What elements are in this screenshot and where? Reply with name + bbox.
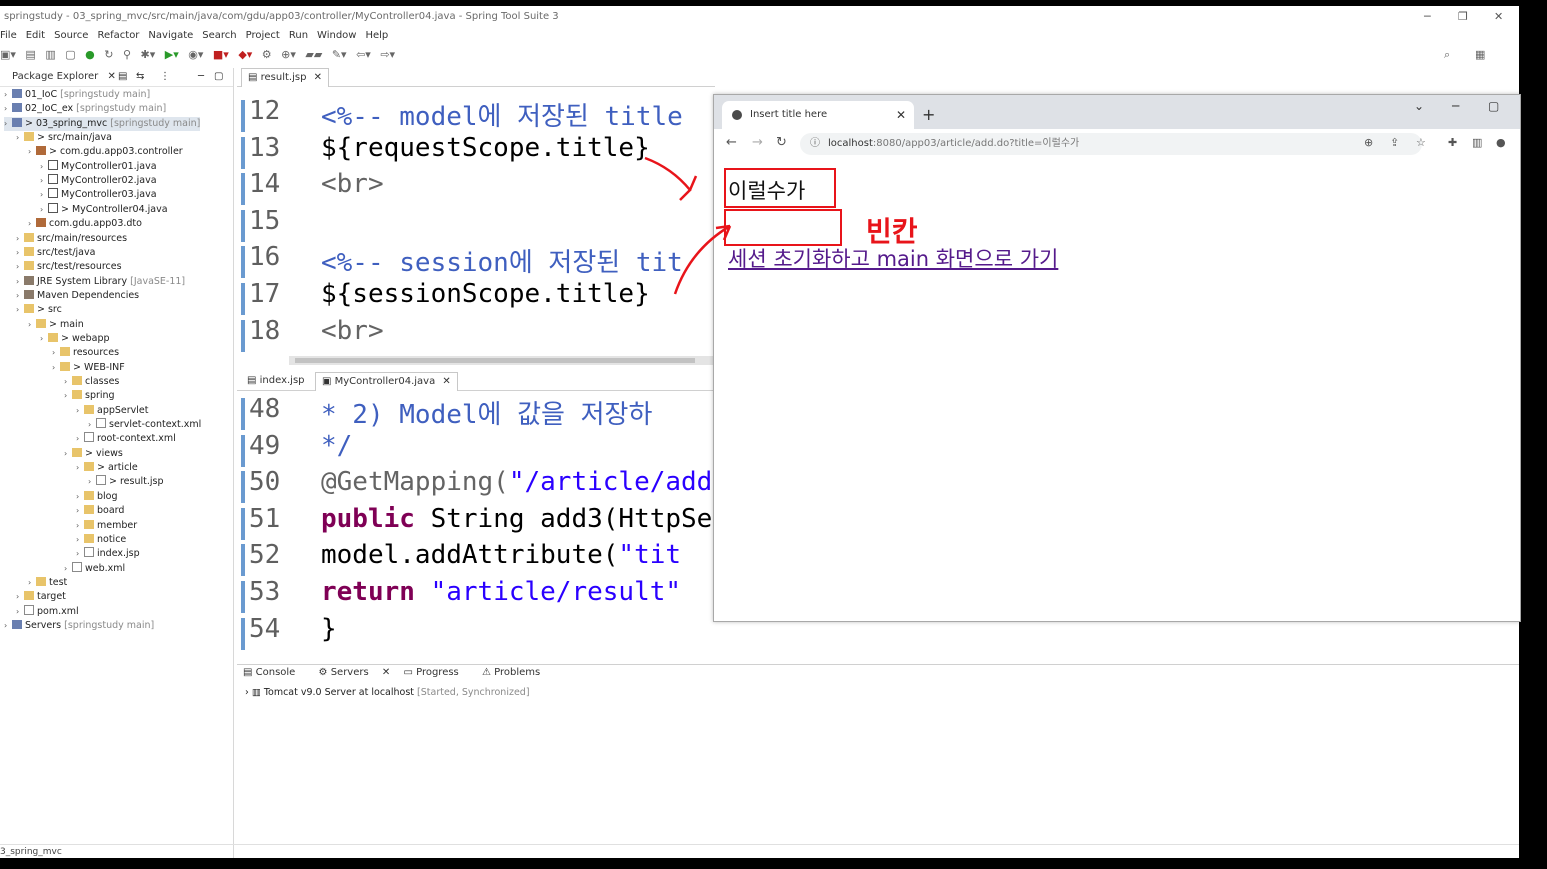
arrow-to-request [644, 156, 698, 201]
arrow-to-session [673, 224, 732, 295]
annotation-arrows [644, 156, 732, 295]
